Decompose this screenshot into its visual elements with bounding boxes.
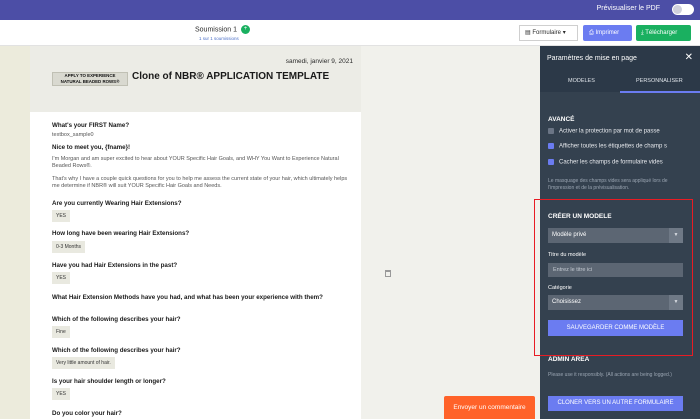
answer-text: textbox_sample0	[52, 132, 94, 138]
active-tab-indicator	[620, 91, 700, 93]
answer-box: 0-3 Months	[52, 241, 86, 253]
hide-empty-fields-checkbox[interactable]: Cacher les champs de formulaire vides	[548, 159, 663, 166]
highlight-box	[534, 199, 693, 356]
admin-section-title: ADMIN AREA	[548, 356, 590, 363]
document-preview: samedi, janvier 9, 2021 APPLY TO EXPERIE…	[30, 46, 361, 419]
panel-title: Paramètres de mise en page	[547, 55, 637, 62]
greeting-text: Nice to meet you, {fname}!	[52, 144, 131, 151]
print-button[interactable]: ⎙ Imprimer	[583, 25, 632, 41]
hide-empty-note: Le masquage des champs vides sera appliq…	[548, 178, 668, 191]
question-label: Have you had Hair Extensions in the past…	[52, 262, 178, 269]
answer-box: YES	[52, 388, 71, 400]
pdf-preview-label: Prévisualiser le PDF	[596, 5, 660, 12]
question-label: Which of the following describes your ha…	[52, 316, 181, 323]
trash-icon[interactable]	[385, 270, 391, 277]
send-feedback-button[interactable]: Envoyer un commentaire	[444, 396, 535, 419]
answer-box: YES	[52, 272, 71, 284]
left-margin	[0, 46, 30, 419]
chevron-down-icon: ▾	[561, 30, 566, 36]
form-dropdown-button[interactable]: ▤ Formulaire ▾	[519, 25, 578, 41]
question-label: Are you currently Wearing Hair Extension…	[52, 200, 182, 207]
advanced-section-title: AVANCÉ	[548, 116, 575, 123]
brand-logo: APPLY TO EXPERIENCE NATURAL BEADED ROWS®	[52, 72, 128, 86]
checkbox-icon	[548, 128, 554, 134]
show-labels-checkbox[interactable]: Afficher toutes les étiquettes de champ …	[548, 143, 667, 150]
tab-models[interactable]: MODELES	[568, 78, 595, 84]
password-protection-checkbox[interactable]: Activer la protection par mot de passe	[548, 128, 660, 135]
answer-box: YES	[52, 210, 71, 222]
question-label: How long have been wearing Hair Extensio…	[52, 230, 190, 237]
intro-paragraph: I'm Morgan and am super excited to hear …	[52, 156, 339, 169]
panel-header: Paramètres de mise en page ✕	[540, 46, 700, 72]
question-label: Is your hair shoulder length or longer?	[52, 378, 166, 385]
close-icon[interactable]: ✕	[685, 52, 693, 63]
tab-customize[interactable]: PERSONNALISER	[636, 78, 683, 84]
checkbox-checked-icon	[548, 143, 554, 149]
submission-selector[interactable]: Soumission 1 +	[195, 25, 250, 34]
question-label: Do you color your hair?	[52, 410, 122, 417]
document-date: samedi, janvier 9, 2021	[285, 58, 353, 65]
question-label: What Hair Extension Methods have you had…	[52, 294, 323, 301]
answer-box: Very little amount of hair.	[52, 357, 115, 369]
toolbar: Soumission 1 + 1 sur 1 soumissions ▤ For…	[0, 20, 700, 46]
document-title: Clone of NBR® APPLICATION TEMPLATE	[132, 71, 330, 82]
pdf-preview-toggle[interactable]	[672, 4, 694, 15]
submission-count-link[interactable]: 1 sur 1 soumissions	[199, 36, 239, 41]
admin-note: Please use it responsibly. (All actions …	[548, 372, 672, 378]
document-header: samedi, janvier 9, 2021 APPLY TO EXPERIE…	[30, 46, 361, 112]
intro-paragraph: That's why I have a couple quick questio…	[52, 176, 348, 189]
download-button[interactable]: ⤓ Télécharger	[636, 25, 691, 41]
question-label: What's your FIRST Name?	[52, 122, 130, 129]
plus-icon[interactable]: +	[240, 25, 250, 34]
answer-box: Fine	[52, 326, 70, 338]
checkbox-checked-icon	[548, 159, 554, 165]
submission-title: Soumission 1	[195, 26, 238, 34]
question-label: Which of the following describes your ha…	[52, 347, 181, 354]
clone-to-form-button[interactable]: CLONER VERS UN AUTRE FORMULAIRE	[548, 396, 683, 411]
panel-tabs: MODELES PERSONNALISER	[540, 72, 700, 92]
toggle-knob	[673, 5, 682, 14]
top-bar: Prévisualiser le PDF	[0, 0, 700, 20]
